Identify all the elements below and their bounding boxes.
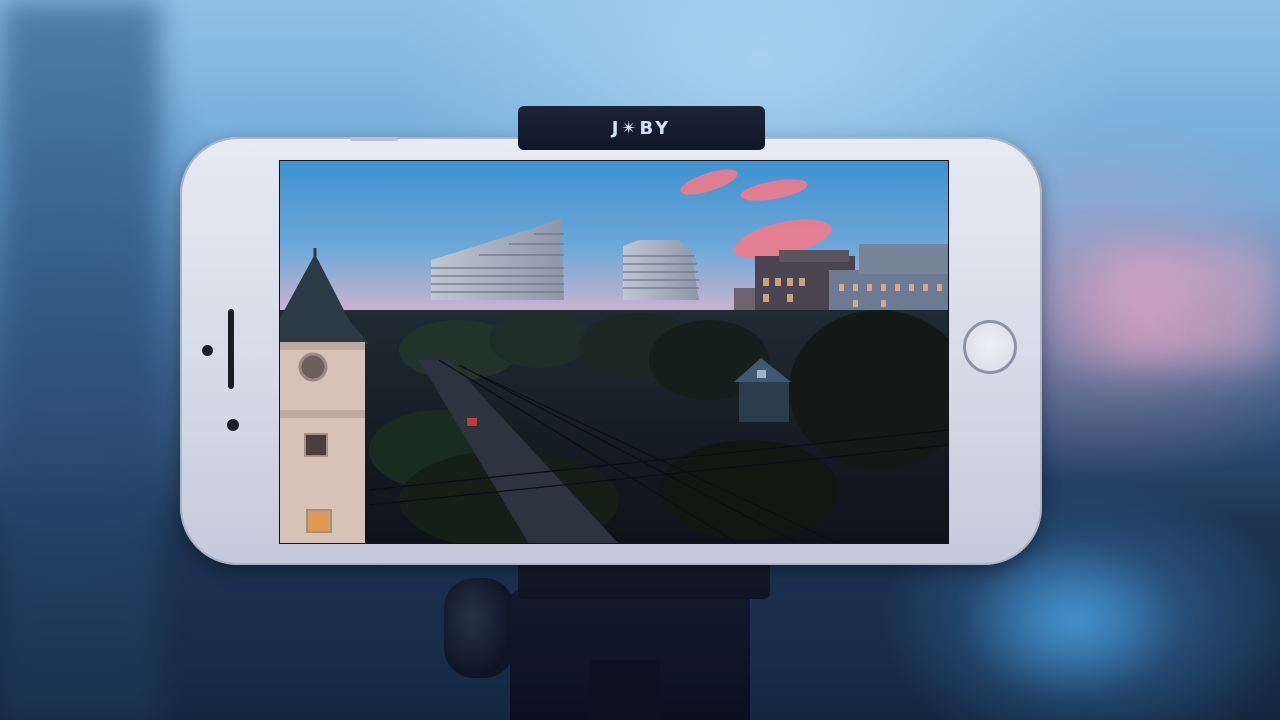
background-building-blur (0, 0, 160, 720)
proximity-sensor (227, 419, 239, 431)
brand-logo: J✴BY (611, 117, 672, 139)
skyscraper-middle (623, 240, 699, 300)
smartphone (180, 137, 1042, 565)
front-camera-icon (202, 345, 213, 356)
tripod-stem (590, 660, 660, 720)
tripod-clamp-top: J✴BY (518, 106, 765, 150)
phone-side-button (350, 137, 398, 141)
city-scene (279, 160, 949, 544)
earpiece-icon (228, 309, 234, 389)
tripod-knob (444, 578, 514, 678)
phone-screen-viewfinder (279, 160, 949, 544)
car (467, 418, 477, 426)
background-pink-bokeh (1045, 245, 1280, 365)
home-button-icon[interactable] (963, 320, 1017, 374)
